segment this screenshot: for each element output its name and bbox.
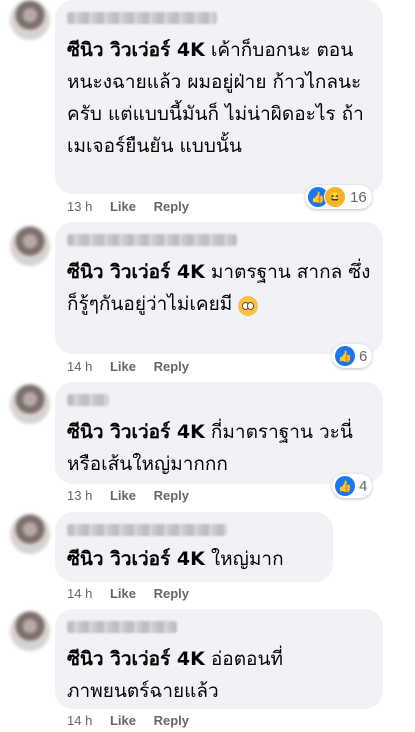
like-button[interactable]: Like [110,713,136,728]
like-button[interactable]: Like [110,488,136,503]
reaction-summary[interactable]: 👍 4 [332,474,373,498]
comment-text: ซีนิว วิวเว่อร์ 4K เค้าก็บอกนะ ตอนหนะงฉา… [67,39,364,157]
like-button[interactable]: Like [110,586,136,601]
comment-bubble: ซีนิว วิวเว่อร์ 4K ใหญ่มาก [55,512,333,582]
comment-actions: 13 h Like Reply [67,199,203,214]
reaction-summary[interactable]: 👍 😆 16 [305,185,372,209]
mention-tag[interactable]: ซีนิว วิวเว่อร์ 4K [67,261,205,283]
reply-button[interactable]: Reply [154,488,189,503]
comment-actions: 13 h Like Reply [67,488,203,503]
comment-actions: 14 h Like Reply [67,713,203,728]
timestamp[interactable]: 14 h [67,359,92,374]
reaction-count: 16 [350,188,367,206]
reaction-count: 6 [359,347,368,365]
comment-text: ซีนิว วิวเว่อร์ 4K กี่มาตราฐาน วะนี่หรือ… [67,421,353,475]
reply-button[interactable]: Reply [154,586,189,601]
comment-bubble: ซีนิว วิวเว่อร์ 4K กี่มาตราฐาน วะนี่หรือ… [55,382,383,484]
timestamp[interactable]: 14 h [67,713,92,728]
mention-tag[interactable]: ซีนิว วิวเว่อร์ 4K [67,421,205,443]
haha-icon: 😆 [324,186,346,208]
comment-actions: 14 h Like Reply [67,359,203,374]
like-button[interactable]: Like [110,199,136,214]
mention-tag[interactable]: ซีนิว วิวเว่อร์ 4K [67,648,205,670]
blurred-author-name[interactable] [67,621,177,633]
avatar[interactable] [10,226,50,266]
avatar[interactable] [10,514,50,554]
avatar[interactable] [10,0,50,40]
reaction-summary[interactable]: 👍 6 [332,344,373,368]
comment-bubble: ซีนิว วิวเว่อร์ 4K มาตรฐาน สากล ซึ่งก็รู… [55,222,383,354]
reply-button[interactable]: Reply [154,199,189,214]
mention-tag[interactable]: ซีนิว วิวเว่อร์ 4K [67,39,205,61]
like-button[interactable]: Like [110,359,136,374]
blurred-author-name[interactable] [67,524,227,536]
reaction-count: 4 [359,477,368,495]
reply-button[interactable]: Reply [154,713,189,728]
blurred-author-name[interactable] [67,394,109,406]
like-icon: 👍 [335,346,355,366]
blurred-author-name[interactable] [67,234,237,246]
avatar[interactable] [10,384,50,424]
timestamp[interactable]: 14 h [67,586,92,601]
comment-text: ซีนิว วิวเว่อร์ 4K มาตรฐาน สากล ซึ่งก็รู… [67,261,371,316]
timestamp[interactable]: 13 h [67,488,92,503]
mention-tag[interactable]: ซีนิว วิวเว่อร์ 4K [67,548,205,570]
comment-bubble: ซีนิว วิวเว่อร์ 4K อ่อตอนที่ ภาพยนตร์ฉาย… [55,609,383,709]
pleading-face-emoji [238,295,259,316]
blurred-author-name[interactable] [67,12,217,24]
comment-bubble: ซีนิว วิวเว่อร์ 4K เค้าก็บอกนะ ตอนหนะงฉา… [55,0,383,194]
comment-text: ซีนิว วิวเว่อร์ 4K อ่อตอนที่ ภาพยนตร์ฉาย… [67,648,283,702]
like-icon: 👍 [335,476,355,496]
timestamp[interactable]: 13 h [67,199,92,214]
comment-text: ซีนิว วิวเว่อร์ 4K ใหญ่มาก [67,548,284,570]
comment-actions: 14 h Like Reply [67,586,203,601]
reply-button[interactable]: Reply [154,359,189,374]
avatar[interactable] [10,611,50,651]
